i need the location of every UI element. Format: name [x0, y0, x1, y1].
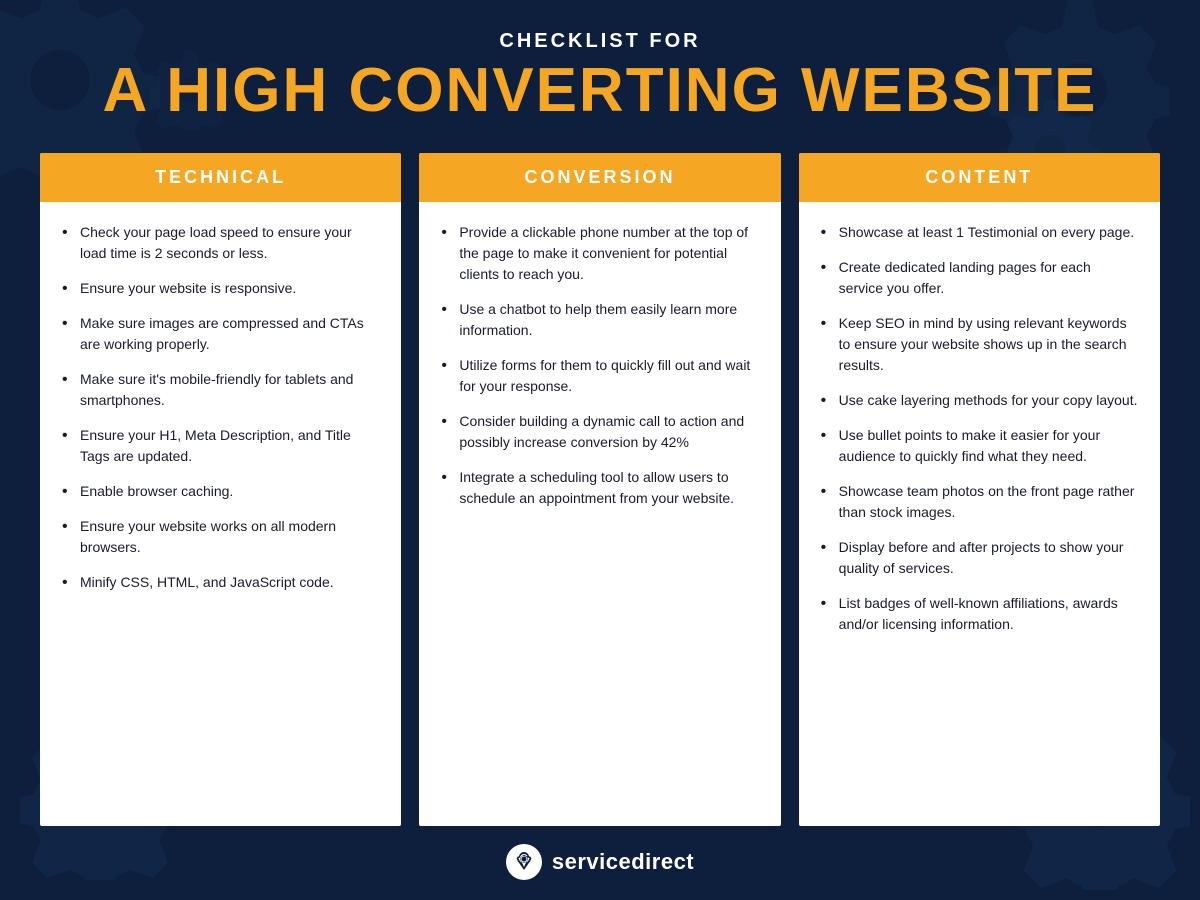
technical-column: TECHNICAL Check your page load speed to … — [40, 153, 401, 826]
brand-regular: direct — [631, 849, 694, 874]
list-item: Create dedicated landing pages for each … — [821, 257, 1138, 299]
conversion-list: Provide a clickable phone number at the … — [441, 222, 758, 509]
list-item: Consider building a dynamic call to acti… — [441, 411, 758, 453]
list-item: List badges of well-known affiliations, … — [821, 593, 1138, 635]
footer-section: servicedirect — [506, 844, 694, 880]
content-column-body: Showcase at least 1 Testimonial on every… — [799, 202, 1160, 826]
technical-list: Check your page load speed to ensure you… — [62, 222, 379, 593]
list-item: Check your page load speed to ensure you… — [62, 222, 379, 264]
list-item: Make sure images are compressed and CTAs… — [62, 313, 379, 355]
list-item: Use a chatbot to help them easily learn … — [441, 299, 758, 341]
technical-column-title: TECHNICAL — [60, 167, 381, 188]
content-list: Showcase at least 1 Testimonial on every… — [821, 222, 1138, 635]
list-item: Minify CSS, HTML, and JavaScript code. — [62, 572, 379, 593]
columns-container: TECHNICAL Check your page load speed to … — [40, 153, 1160, 826]
list-item: Display before and after projects to sho… — [821, 537, 1138, 579]
brand-logo-icon — [506, 844, 542, 880]
list-item: Use cake layering methods for your copy … — [821, 390, 1138, 411]
content-column: CONTENT Showcase at least 1 Testimonial … — [799, 153, 1160, 826]
list-item: Ensure your H1, Meta Description, and Ti… — [62, 425, 379, 467]
list-item: Integrate a scheduling tool to allow use… — [441, 467, 758, 509]
list-item: Ensure your website works on all modern … — [62, 516, 379, 558]
checklist-for-label: CHECKLIST FOR — [103, 30, 1098, 53]
content-column-header: CONTENT — [799, 153, 1160, 202]
list-item: Showcase team photos on the front page r… — [821, 481, 1138, 523]
conversion-column: CONVERSION Provide a clickable phone num… — [419, 153, 780, 826]
gear-pin-icon — [512, 850, 536, 874]
conversion-column-header: CONVERSION — [419, 153, 780, 202]
list-item: Provide a clickable phone number at the … — [441, 222, 758, 285]
list-item: Use bullet points to make it easier for … — [821, 425, 1138, 467]
technical-column-body: Check your page load speed to ensure you… — [40, 202, 401, 826]
list-item: Utilize forms for them to quickly fill o… — [441, 355, 758, 397]
conversion-column-title: CONVERSION — [439, 167, 760, 188]
list-item: Keep SEO in mind by using relevant keywo… — [821, 313, 1138, 376]
main-title: A HIGH CONVERTING WEBSITE — [103, 57, 1098, 125]
technical-column-header: TECHNICAL — [40, 153, 401, 202]
header-section: CHECKLIST FOR A HIGH CONVERTING WEBSITE — [103, 30, 1098, 125]
list-item: Showcase at least 1 Testimonial on every… — [821, 222, 1138, 243]
conversion-column-body: Provide a clickable phone number at the … — [419, 202, 780, 826]
list-item: Make sure it's mobile-friendly for table… — [62, 369, 379, 411]
list-item: Enable browser caching. — [62, 481, 379, 502]
content-column-title: CONTENT — [819, 167, 1140, 188]
list-item: Ensure your website is responsive. — [62, 278, 379, 299]
brand-name: servicedirect — [552, 849, 694, 875]
page-wrapper: CHECKLIST FOR A HIGH CONVERTING WEBSITE … — [0, 0, 1200, 900]
brand-bold: service — [552, 849, 631, 874]
